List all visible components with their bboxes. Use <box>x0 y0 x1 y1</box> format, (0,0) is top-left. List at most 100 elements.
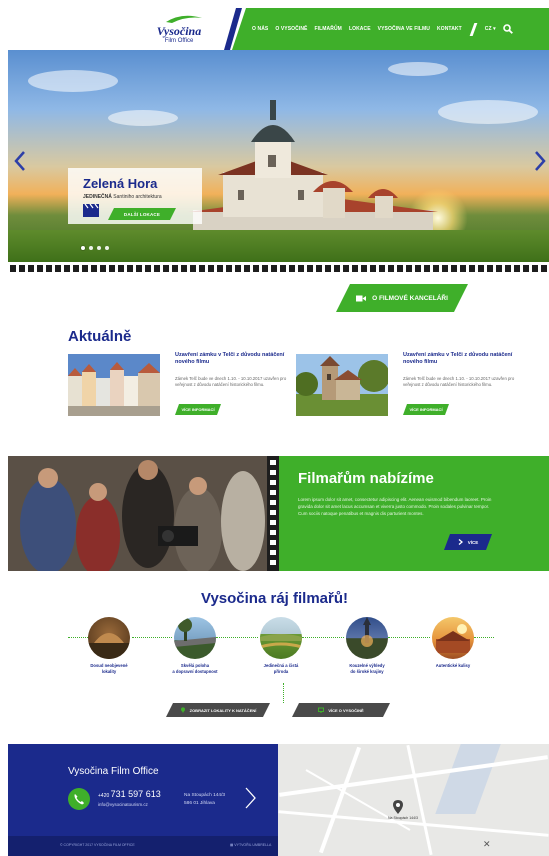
offer-section: Filmařům nabízíme Lorem ipsum dolor sit … <box>8 456 549 571</box>
news-image-telc[interactable] <box>68 354 160 416</box>
search-icon[interactable] <box>502 24 513 34</box>
film-hole <box>127 264 133 272</box>
film-hole <box>514 264 520 272</box>
slider-dot[interactable] <box>81 246 85 250</box>
about-vysocina-button-label: VÍCE O VYSOČINĚ <box>328 707 364 713</box>
nav-item-vysocina-ve-filmu[interactable]: VYSOČINA VE FILMU <box>378 26 430 32</box>
film-hole <box>361 264 367 272</box>
film-hole <box>433 264 439 272</box>
slider-dot[interactable] <box>97 246 101 250</box>
film-hole <box>46 264 52 272</box>
chevron-right-icon <box>458 539 463 545</box>
circle-undiscovered-locations[interactable] <box>88 617 130 659</box>
offer-title: Filmařům nabízíme <box>298 470 434 487</box>
nav-item-filmarum[interactable]: FILMAŘŮM <box>314 26 341 32</box>
dotted-connector <box>388 637 430 638</box>
news-headline[interactable]: Uzavření zámku v Telči z důvodu natáčení… <box>175 352 295 366</box>
offer-photo-graphic <box>8 456 267 571</box>
film-hole <box>100 264 106 272</box>
offer-more-button[interactable]: VÍCE <box>444 534 492 550</box>
screen-icon <box>318 707 324 713</box>
show-locations-button-label: ZOBRAZIT LOKALITY K NATÁČENÍ <box>189 707 257 713</box>
film-hole <box>541 264 547 272</box>
film-hole <box>406 264 412 272</box>
slider-dot[interactable] <box>89 246 93 250</box>
news-title: Aktuálně <box>68 328 132 345</box>
film-hole <box>199 264 205 272</box>
dotted-connector <box>216 637 258 638</box>
dotted-connector-vertical <box>283 683 284 703</box>
film-hole <box>19 264 25 272</box>
nav-item-kontakt[interactable]: KONTAKT <box>437 26 462 32</box>
footer-title: Vysočina Film Office <box>68 766 159 777</box>
offer-text: Lorem ipsum dolor sit amet, consectetur … <box>298 497 492 516</box>
chevron-right-icon[interactable] <box>243 786 257 810</box>
film-hole <box>397 264 403 272</box>
circle-clean-nature[interactable] <box>260 617 302 659</box>
nav-item-o-vysocine[interactable]: O VYSOČINĚ <box>275 26 307 32</box>
about-vysocina-button[interactable]: VÍCE O VYSOČINĚ <box>292 703 390 717</box>
film-hole <box>64 264 70 272</box>
phone-glyph <box>74 794 84 805</box>
circle-location-access[interactable] <box>174 617 216 659</box>
dotted-connector <box>302 637 344 638</box>
circle-graphic <box>260 634 302 649</box>
film-hole <box>109 264 115 272</box>
logo[interactable]: Vysočina Film Office <box>144 14 214 46</box>
film-hole <box>10 264 16 272</box>
film-hole <box>270 550 276 555</box>
dotted-connector <box>474 637 494 638</box>
film-hole <box>460 264 466 272</box>
chevron-right-icon[interactable] <box>534 150 546 172</box>
circle-authentic-scenery[interactable] <box>432 617 474 659</box>
nav-item-lokace[interactable]: LOKACE <box>349 26 371 32</box>
map-road <box>278 810 549 837</box>
film-hole <box>181 264 187 272</box>
news-more-button[interactable]: VÍCE INFORMACÍ <box>175 404 221 415</box>
footer-email[interactable]: info@vysocinatourism.cz <box>98 802 148 807</box>
close-icon[interactable]: ✕ <box>483 839 491 850</box>
news-image-graphic <box>296 354 388 416</box>
footer-credit[interactable]: ▦ VYTVOŘIL UMBRELLA <box>230 843 271 847</box>
film-hole <box>217 264 223 272</box>
film-hole <box>379 264 385 272</box>
film-office-button-label: O FILMOVÉ KANCELÁŘI <box>372 294 448 302</box>
hero-subtitle-rest: Santiniho architektura <box>111 194 162 200</box>
circle-label-line: Skvělá poloha <box>180 663 210 668</box>
film-hole <box>523 264 529 272</box>
news-text: Zámek Telč bude ve dnech 1.10. - 10.10.2… <box>403 376 515 387</box>
film-office-button[interactable]: O FILMOVÉ KANCELÁŘI <box>336 284 468 312</box>
film-hole <box>370 264 376 272</box>
map-pin-icon[interactable] <box>393 800 403 814</box>
film-hole <box>270 470 276 475</box>
chevron-left-icon[interactable] <box>14 150 26 172</box>
news-more-button[interactable]: VÍCE INFORMACÍ <box>403 404 449 415</box>
nav-item-o-nas[interactable]: O NÁS <box>252 26 268 32</box>
film-hole <box>172 264 178 272</box>
film-hole <box>343 264 349 272</box>
circle-graphic <box>88 633 130 659</box>
circle-label: Kouzelné výhledy do široké krajiny <box>327 663 407 675</box>
film-hole <box>163 264 169 272</box>
offer-more-button-label: VÍCE <box>467 539 479 545</box>
news-text: Zámek Telč bude ve dnech 1.10. - 10.10.2… <box>175 376 287 387</box>
footer-phone[interactable]: +420 731 597 613 <box>98 789 161 799</box>
footer-phone-prefix: +420 <box>98 793 111 799</box>
slider-dot[interactable] <box>105 246 109 250</box>
language-select[interactable]: CZ ▾ <box>485 26 496 32</box>
circle-label-line: příroda <box>273 669 289 674</box>
news-headline[interactable]: Uzavření zámku v Telči z důvodu natáčení… <box>403 352 523 366</box>
news-image-castle[interactable] <box>296 354 388 416</box>
phone-icon[interactable] <box>68 788 90 810</box>
hero-title: Zelená Hora <box>83 176 158 191</box>
film-hole <box>244 264 250 272</box>
next-location-button[interactable]: DALŠÍ LOKACE <box>108 208 176 220</box>
map-road <box>406 744 433 856</box>
location-map[interactable]: Na Stoupách 144/3 ✕ <box>278 744 549 856</box>
circle-label-line: lokality <box>101 669 117 674</box>
circle-scenic-views[interactable] <box>346 617 388 659</box>
circle-label-line: a dopravní dostupnost <box>172 669 218 674</box>
show-locations-button[interactable]: ZOBRAZIT LOKALITY K NATÁČENÍ <box>166 703 270 717</box>
footer-address: Na Stoupách 144/3 586 01 Jihlava <box>184 792 225 808</box>
location-pin-icon <box>180 707 186 713</box>
